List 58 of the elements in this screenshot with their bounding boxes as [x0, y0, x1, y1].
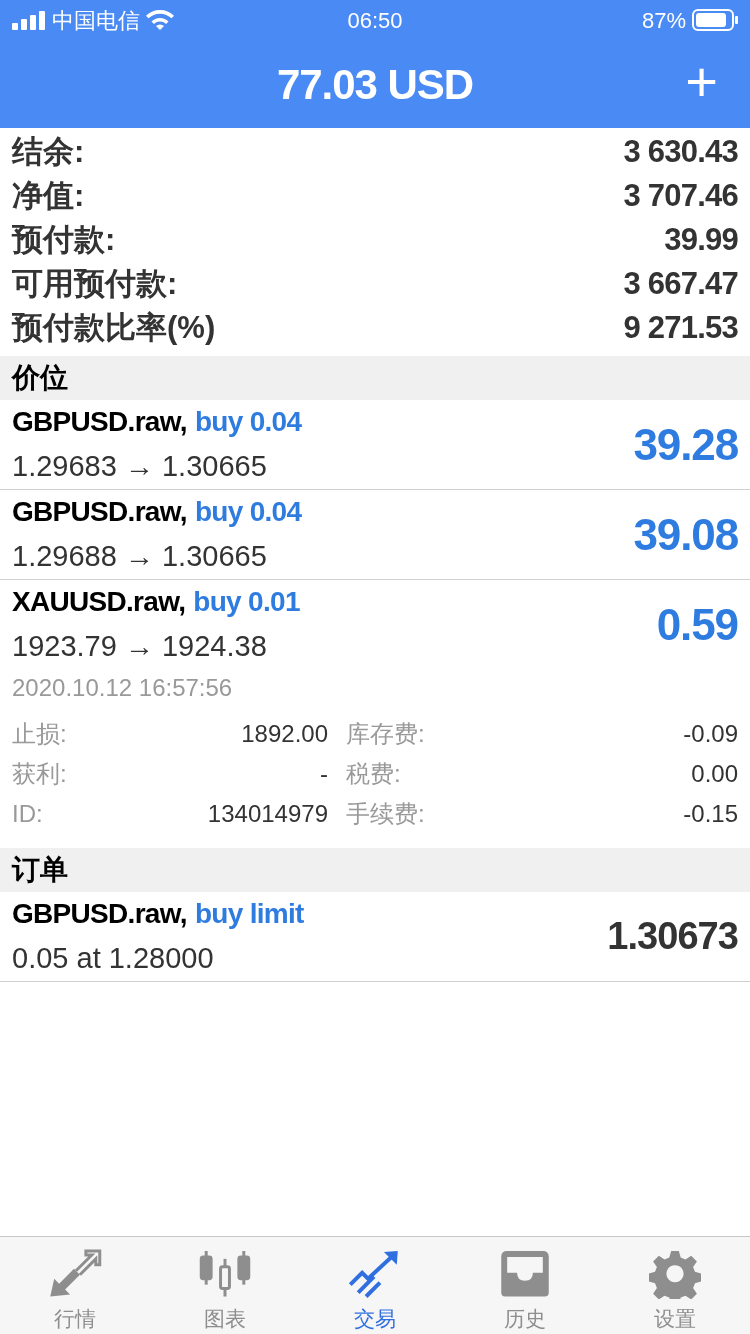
arrows-icon [48, 1249, 102, 1299]
summary-value: 3 667.47 [623, 264, 738, 303]
battery-percent: 87% [641, 6, 686, 35]
symbol-name: GBPUSD.raw, [12, 404, 187, 439]
price-range: 1923.79 → 1924.38 [12, 629, 268, 665]
detail-value: 134014979 [206, 799, 328, 829]
candlestick-icon [199, 1249, 251, 1299]
detail-value: 1892.00 [240, 719, 328, 749]
tab-button[interactable]: 交易 [300, 1237, 450, 1334]
symbol-name: GBPUSD.raw, [12, 896, 187, 931]
detail-value: -0.15 [682, 799, 738, 829]
symbol-name: GBPUSD.raw, [12, 494, 187, 529]
summary-value: 3 630.43 [623, 132, 738, 171]
tab-button[interactable]: 行情 [0, 1237, 150, 1334]
summary-label: 可用预付款: [12, 264, 178, 303]
symbol-name: XAUUSD.raw, [12, 585, 186, 620]
wifi-icon [146, 10, 174, 30]
clock-time: 06:50 [347, 7, 403, 33]
profit-value: 1.30673 [607, 914, 738, 959]
order-type: buy 0.01 [193, 585, 300, 620]
price-range: 1.29688 → 1.30665 [12, 538, 268, 574]
detail-value: - [319, 759, 328, 789]
profit-value: 0.59 [656, 599, 738, 651]
battery-icon [692, 9, 738, 31]
profit-value: 39.28 [633, 418, 738, 471]
detail-value: -0.09 [682, 719, 738, 749]
summary-value: 9 271.53 [623, 308, 738, 347]
section-title: 订单 [12, 853, 68, 887]
order-type: buy limit [194, 896, 304, 931]
detail-label: 库存费: [346, 719, 426, 749]
header-title: 77.03 USD [277, 59, 473, 110]
summary-value: 39.99 [664, 220, 738, 259]
order-type: buy 0.04 [194, 494, 302, 529]
price-range: 0.05 at 1.28000 [12, 940, 215, 976]
inbox-icon [499, 1249, 551, 1299]
detail-label: 获利: [12, 759, 68, 789]
summary-label: 净值: [12, 176, 85, 215]
detail-value: 0.00 [690, 759, 738, 789]
settings-icon [649, 1249, 701, 1299]
section-title: 价位 [12, 361, 68, 395]
tab-button[interactable]: 图表 [150, 1237, 300, 1334]
summary-label: 结余: [12, 132, 85, 171]
add-button[interactable]: + [685, 54, 718, 110]
detail-label: 止损: [12, 719, 68, 749]
detail-label: 税费: [346, 759, 402, 789]
price-range: 1.29683 → 1.30665 [12, 448, 268, 484]
detail-label: 手续费: [346, 799, 426, 829]
summary-label: 预付款比率(%) [12, 308, 216, 347]
order-type: buy 0.04 [194, 404, 302, 439]
profit-value: 39.08 [633, 508, 738, 561]
tab-button[interactable]: 设置 [600, 1237, 750, 1334]
summary-value: 3 707.46 [623, 176, 738, 215]
open-time: 2020.10.12 16:57:56 [12, 673, 234, 703]
signal-icon [12, 10, 46, 30]
detail-label: ID: [12, 799, 44, 829]
tab-button[interactable]: 历史 [450, 1237, 600, 1334]
summary-label: 预付款: [12, 220, 116, 259]
carrier-name: 中国电信 [52, 6, 140, 35]
